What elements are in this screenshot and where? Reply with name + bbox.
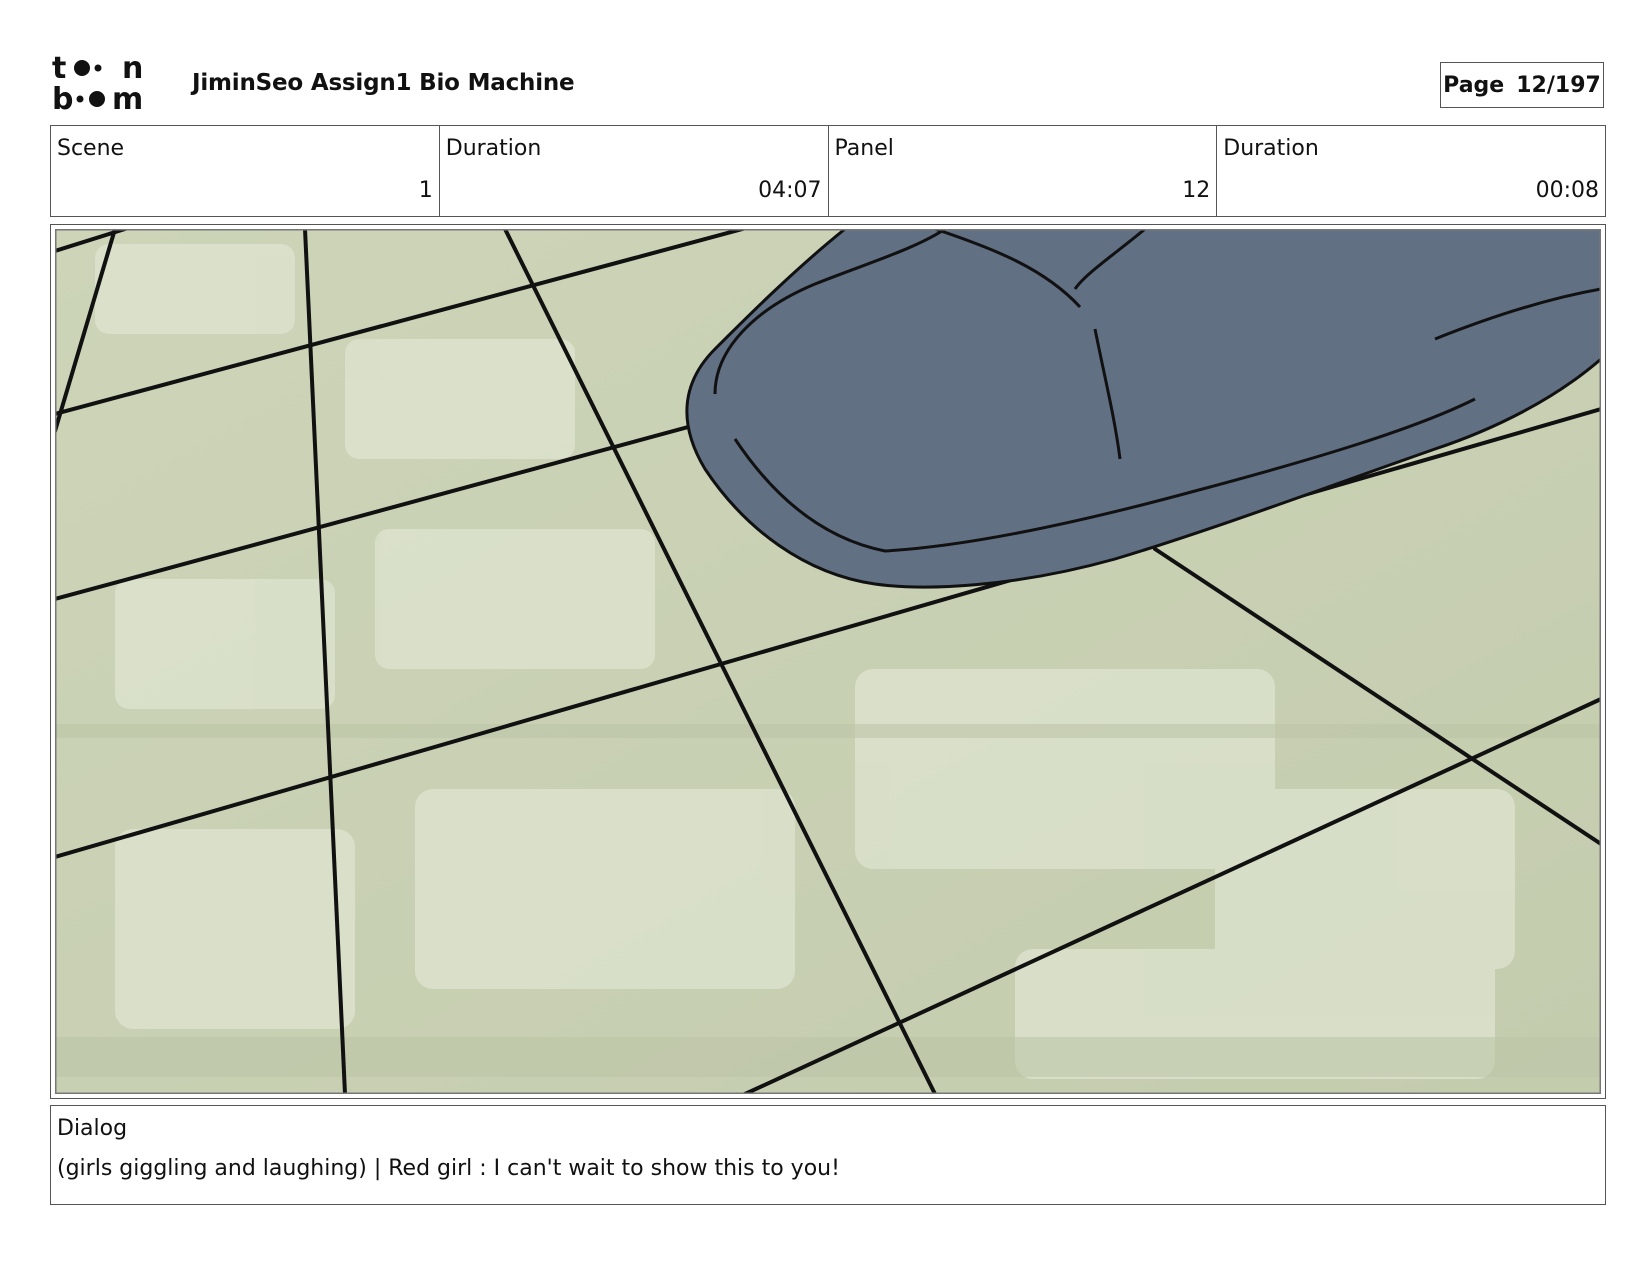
scene-duration-cell: Duration 04:07 <box>440 126 829 216</box>
panel-info-table: Scene 1 Duration 04:07 Panel 12 Duration… <box>50 125 1606 217</box>
dialog-label: Dialog <box>57 1116 128 1141</box>
svg-text:m: m <box>112 82 143 112</box>
page-label: Page <box>1443 72 1505 98</box>
panel-duration-cell: Duration 00:08 <box>1217 126 1605 216</box>
dialog-text: (girls giggling and laughing) | Red girl… <box>57 1156 840 1181</box>
panel-duration-value: 00:08 <box>1535 178 1599 203</box>
scene-duration-value: 04:07 <box>758 178 822 203</box>
page-indicator: Page 12/197 <box>1440 62 1604 108</box>
panel-label: Panel <box>834 136 894 161</box>
scene-duration-label: Duration <box>445 136 542 161</box>
panel-duration-label: Duration <box>1223 136 1319 161</box>
scene-label: Scene <box>57 136 125 161</box>
panel-cell: Panel 12 <box>829 126 1218 216</box>
page-number: 12/197 <box>1516 72 1601 98</box>
panel-drawing <box>55 229 1601 1094</box>
svg-text:t: t <box>52 52 66 86</box>
svg-text:n: n <box>122 52 143 86</box>
panel-value: 12 <box>1182 178 1211 203</box>
toonboom-logo: t n b m <box>52 52 143 112</box>
scene-value: 1 <box>418 178 433 203</box>
scene-cell: Scene 1 <box>51 126 440 216</box>
dialog-box: Dialog (girls giggling and laughing) | R… <box>50 1105 1606 1205</box>
document-title: JiminSeo Assign1 Bio Machine <box>192 70 575 96</box>
storyboard-panel <box>50 224 1606 1099</box>
svg-text:b: b <box>52 82 73 112</box>
